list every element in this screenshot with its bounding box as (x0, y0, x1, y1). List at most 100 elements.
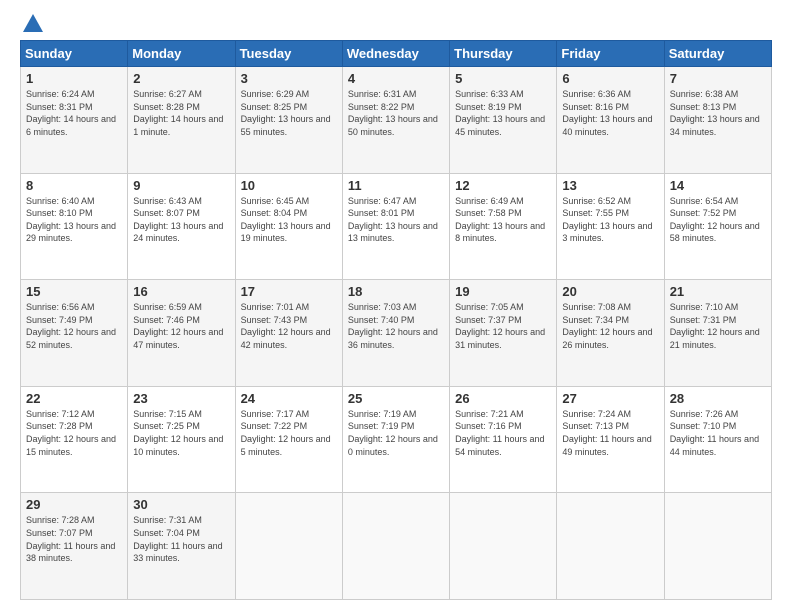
day-number: 17 (241, 284, 337, 299)
day-info: Sunrise: 7:10 AMSunset: 7:31 PMDaylight:… (670, 302, 760, 350)
calendar-cell (664, 493, 771, 600)
calendar-cell: 19 Sunrise: 7:05 AMSunset: 7:37 PMDaylig… (450, 280, 557, 387)
calendar-cell: 12 Sunrise: 6:49 AMSunset: 7:58 PMDaylig… (450, 173, 557, 280)
calendar-cell: 1 Sunrise: 6:24 AMSunset: 8:31 PMDayligh… (21, 67, 128, 174)
calendar-day-header: Thursday (450, 41, 557, 67)
day-number: 1 (26, 71, 122, 86)
day-number: 15 (26, 284, 122, 299)
calendar-cell: 6 Sunrise: 6:36 AMSunset: 8:16 PMDayligh… (557, 67, 664, 174)
calendar-day-header: Friday (557, 41, 664, 67)
day-info: Sunrise: 7:26 AMSunset: 7:10 PMDaylight:… (670, 409, 759, 457)
calendar-cell (342, 493, 449, 600)
calendar-cell: 30 Sunrise: 7:31 AMSunset: 7:04 PMDaylig… (128, 493, 235, 600)
day-info: Sunrise: 7:31 AMSunset: 7:04 PMDaylight:… (133, 515, 222, 563)
day-info: Sunrise: 7:24 AMSunset: 7:13 PMDaylight:… (562, 409, 651, 457)
day-number: 14 (670, 178, 766, 193)
calendar-cell: 25 Sunrise: 7:19 AMSunset: 7:19 PMDaylig… (342, 386, 449, 493)
day-info: Sunrise: 6:56 AMSunset: 7:49 PMDaylight:… (26, 302, 116, 350)
calendar-cell: 24 Sunrise: 7:17 AMSunset: 7:22 PMDaylig… (235, 386, 342, 493)
day-number: 9 (133, 178, 229, 193)
calendar-cell: 7 Sunrise: 6:38 AMSunset: 8:13 PMDayligh… (664, 67, 771, 174)
calendar-cell: 14 Sunrise: 6:54 AMSunset: 7:52 PMDaylig… (664, 173, 771, 280)
day-info: Sunrise: 6:40 AMSunset: 8:10 PMDaylight:… (26, 196, 116, 244)
day-number: 30 (133, 497, 229, 512)
day-number: 22 (26, 391, 122, 406)
day-number: 28 (670, 391, 766, 406)
calendar-day-header: Wednesday (342, 41, 449, 67)
calendar-cell: 21 Sunrise: 7:10 AMSunset: 7:31 PMDaylig… (664, 280, 771, 387)
calendar-table: SundayMondayTuesdayWednesdayThursdayFrid… (20, 40, 772, 600)
calendar-cell: 16 Sunrise: 6:59 AMSunset: 7:46 PMDaylig… (128, 280, 235, 387)
day-number: 23 (133, 391, 229, 406)
day-number: 29 (26, 497, 122, 512)
day-number: 3 (241, 71, 337, 86)
day-info: Sunrise: 6:38 AMSunset: 8:13 PMDaylight:… (670, 89, 760, 137)
day-number: 25 (348, 391, 444, 406)
day-info: Sunrise: 6:52 AMSunset: 7:55 PMDaylight:… (562, 196, 652, 244)
day-info: Sunrise: 6:27 AMSunset: 8:28 PMDaylight:… (133, 89, 223, 137)
calendar-header-row: SundayMondayTuesdayWednesdayThursdayFrid… (21, 41, 772, 67)
day-info: Sunrise: 7:21 AMSunset: 7:16 PMDaylight:… (455, 409, 544, 457)
header (20, 16, 772, 32)
day-info: Sunrise: 6:36 AMSunset: 8:16 PMDaylight:… (562, 89, 652, 137)
day-info: Sunrise: 6:47 AMSunset: 8:01 PMDaylight:… (348, 196, 438, 244)
calendar-cell: 10 Sunrise: 6:45 AMSunset: 8:04 PMDaylig… (235, 173, 342, 280)
day-number: 13 (562, 178, 658, 193)
calendar-week-row: 29 Sunrise: 7:28 AMSunset: 7:07 PMDaylig… (21, 493, 772, 600)
day-number: 27 (562, 391, 658, 406)
calendar-cell (235, 493, 342, 600)
day-info: Sunrise: 6:33 AMSunset: 8:19 PMDaylight:… (455, 89, 545, 137)
calendar-cell: 23 Sunrise: 7:15 AMSunset: 7:25 PMDaylig… (128, 386, 235, 493)
calendar-cell (557, 493, 664, 600)
day-info: Sunrise: 7:05 AMSunset: 7:37 PMDaylight:… (455, 302, 545, 350)
calendar-cell: 8 Sunrise: 6:40 AMSunset: 8:10 PMDayligh… (21, 173, 128, 280)
calendar-cell (450, 493, 557, 600)
day-number: 26 (455, 391, 551, 406)
day-info: Sunrise: 7:01 AMSunset: 7:43 PMDaylight:… (241, 302, 331, 350)
day-number: 20 (562, 284, 658, 299)
day-info: Sunrise: 6:59 AMSunset: 7:46 PMDaylight:… (133, 302, 223, 350)
day-number: 19 (455, 284, 551, 299)
calendar-cell: 3 Sunrise: 6:29 AMSunset: 8:25 PMDayligh… (235, 67, 342, 174)
calendar-week-row: 1 Sunrise: 6:24 AMSunset: 8:31 PMDayligh… (21, 67, 772, 174)
calendar-cell: 13 Sunrise: 6:52 AMSunset: 7:55 PMDaylig… (557, 173, 664, 280)
day-number: 4 (348, 71, 444, 86)
logo (20, 16, 43, 32)
day-info: Sunrise: 6:54 AMSunset: 7:52 PMDaylight:… (670, 196, 760, 244)
day-info: Sunrise: 6:24 AMSunset: 8:31 PMDaylight:… (26, 89, 116, 137)
calendar-cell: 4 Sunrise: 6:31 AMSunset: 8:22 PMDayligh… (342, 67, 449, 174)
day-info: Sunrise: 6:49 AMSunset: 7:58 PMDaylight:… (455, 196, 545, 244)
calendar-day-header: Tuesday (235, 41, 342, 67)
calendar-cell: 15 Sunrise: 6:56 AMSunset: 7:49 PMDaylig… (21, 280, 128, 387)
calendar-cell: 28 Sunrise: 7:26 AMSunset: 7:10 PMDaylig… (664, 386, 771, 493)
calendar-body: 1 Sunrise: 6:24 AMSunset: 8:31 PMDayligh… (21, 67, 772, 600)
calendar-cell: 2 Sunrise: 6:27 AMSunset: 8:28 PMDayligh… (128, 67, 235, 174)
day-info: Sunrise: 6:31 AMSunset: 8:22 PMDaylight:… (348, 89, 438, 137)
day-info: Sunrise: 7:03 AMSunset: 7:40 PMDaylight:… (348, 302, 438, 350)
calendar-cell: 29 Sunrise: 7:28 AMSunset: 7:07 PMDaylig… (21, 493, 128, 600)
day-info: Sunrise: 7:19 AMSunset: 7:19 PMDaylight:… (348, 409, 438, 457)
calendar-cell: 11 Sunrise: 6:47 AMSunset: 8:01 PMDaylig… (342, 173, 449, 280)
day-number: 2 (133, 71, 229, 86)
page: SundayMondayTuesdayWednesdayThursdayFrid… (0, 0, 792, 612)
day-number: 12 (455, 178, 551, 193)
calendar-cell: 26 Sunrise: 7:21 AMSunset: 7:16 PMDaylig… (450, 386, 557, 493)
day-number: 5 (455, 71, 551, 86)
logo-triangle-icon (23, 14, 43, 32)
calendar-day-header: Saturday (664, 41, 771, 67)
day-info: Sunrise: 7:28 AMSunset: 7:07 PMDaylight:… (26, 515, 115, 563)
calendar-cell: 5 Sunrise: 6:33 AMSunset: 8:19 PMDayligh… (450, 67, 557, 174)
day-number: 8 (26, 178, 122, 193)
calendar-week-row: 15 Sunrise: 6:56 AMSunset: 7:49 PMDaylig… (21, 280, 772, 387)
day-number: 18 (348, 284, 444, 299)
day-info: Sunrise: 7:12 AMSunset: 7:28 PMDaylight:… (26, 409, 116, 457)
calendar-cell: 17 Sunrise: 7:01 AMSunset: 7:43 PMDaylig… (235, 280, 342, 387)
calendar-cell: 18 Sunrise: 7:03 AMSunset: 7:40 PMDaylig… (342, 280, 449, 387)
calendar-week-row: 8 Sunrise: 6:40 AMSunset: 8:10 PMDayligh… (21, 173, 772, 280)
day-number: 10 (241, 178, 337, 193)
day-info: Sunrise: 6:43 AMSunset: 8:07 PMDaylight:… (133, 196, 223, 244)
calendar-cell: 20 Sunrise: 7:08 AMSunset: 7:34 PMDaylig… (557, 280, 664, 387)
day-info: Sunrise: 6:45 AMSunset: 8:04 PMDaylight:… (241, 196, 331, 244)
calendar-cell: 22 Sunrise: 7:12 AMSunset: 7:28 PMDaylig… (21, 386, 128, 493)
day-number: 16 (133, 284, 229, 299)
